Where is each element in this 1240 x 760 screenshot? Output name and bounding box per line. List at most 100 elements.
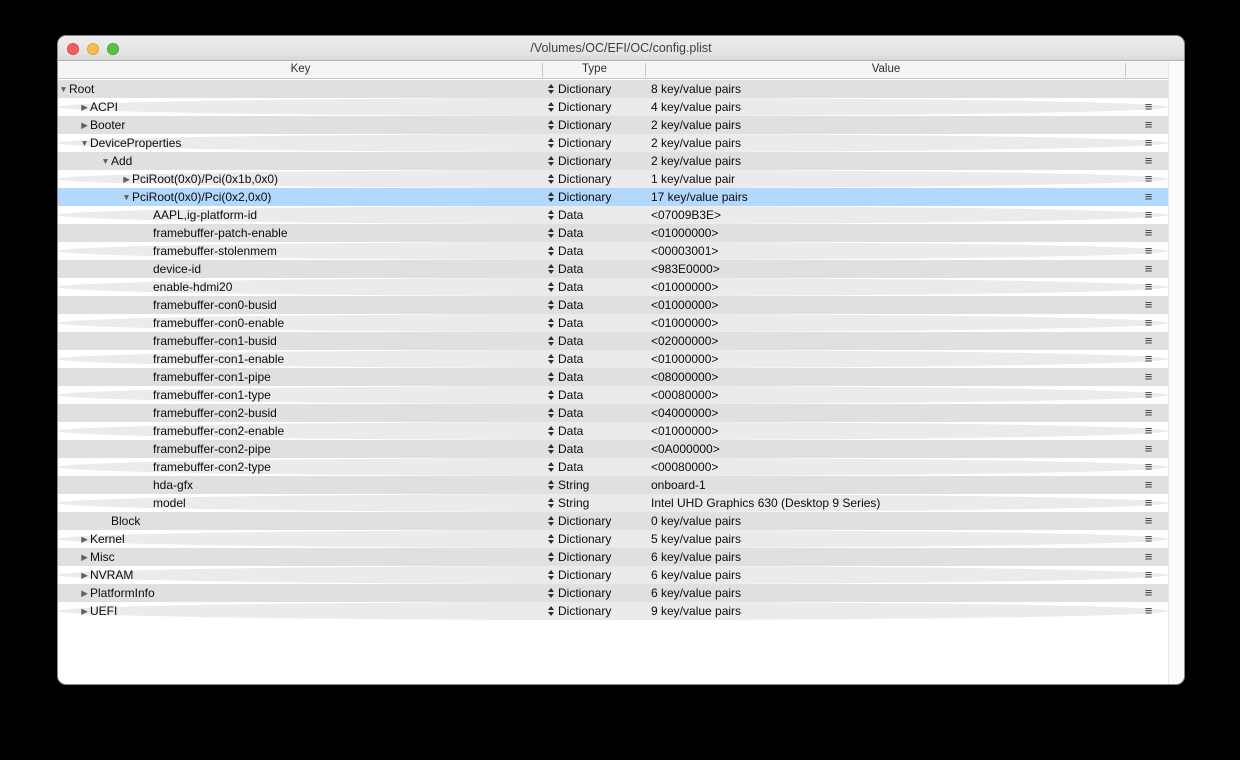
disclosure-triangle-icon[interactable]: [142, 476, 153, 494]
disclosure-triangle-icon[interactable]: ▶: [79, 530, 90, 548]
row-menu-icon[interactable]: ≡: [1137, 98, 1159, 116]
row-menu-icon[interactable]: ≡: [1137, 458, 1159, 476]
table-row[interactable]: ▶ PciRoot(0x0)/Pci(0x1b,0x0) Dictionary …: [58, 170, 1168, 188]
row-menu-icon[interactable]: ≡: [1137, 116, 1159, 134]
type-stepper-icon[interactable]: [548, 498, 554, 508]
column-header-value[interactable]: Value: [646, 61, 1126, 79]
disclosure-triangle-icon[interactable]: [142, 242, 153, 260]
table-row[interactable]: ▼ Root Dictionary 8 key/value pairs ≡: [58, 80, 1168, 98]
type-stepper-icon[interactable]: [548, 282, 554, 292]
type-stepper-icon[interactable]: [548, 444, 554, 454]
type-stepper-icon[interactable]: [548, 390, 554, 400]
row-menu-icon[interactable]: ≡: [1137, 152, 1159, 170]
disclosure-triangle-icon[interactable]: ▼: [121, 188, 132, 206]
row-menu-icon[interactable]: ≡: [1137, 530, 1159, 548]
disclosure-triangle-icon[interactable]: ▼: [79, 134, 90, 152]
type-stepper-icon[interactable]: [548, 534, 554, 544]
table-row[interactable]: device-id Data <983E0000> ≡: [58, 260, 1168, 278]
table-row[interactable]: framebuffer-con2-enable Data <01000000> …: [58, 422, 1168, 440]
type-stepper-icon[interactable]: [548, 354, 554, 364]
type-stepper-icon[interactable]: [548, 480, 554, 490]
type-stepper-icon[interactable]: [548, 516, 554, 526]
table-row[interactable]: framebuffer-patch-enable Data <01000000>…: [58, 224, 1168, 242]
table-row[interactable]: ▶ Misc Dictionary 6 key/value pairs ≡: [58, 548, 1168, 566]
disclosure-triangle-icon[interactable]: [100, 512, 111, 530]
type-stepper-icon[interactable]: [548, 300, 554, 310]
disclosure-triangle-icon[interactable]: ▶: [79, 548, 90, 566]
disclosure-triangle-icon[interactable]: [142, 422, 153, 440]
type-stepper-icon[interactable]: [548, 408, 554, 418]
disclosure-triangle-icon[interactable]: ▶: [79, 98, 90, 116]
disclosure-triangle-icon[interactable]: [142, 260, 153, 278]
disclosure-triangle-icon[interactable]: [142, 224, 153, 242]
type-stepper-icon[interactable]: [548, 462, 554, 472]
table-row[interactable]: ▶ ACPI Dictionary 4 key/value pairs ≡: [58, 98, 1168, 116]
table-row[interactable]: framebuffer-con1-busid Data <02000000> ≡: [58, 332, 1168, 350]
table-row[interactable]: framebuffer-con2-pipe Data <0A000000> ≡: [58, 440, 1168, 458]
disclosure-triangle-icon[interactable]: ▶: [79, 116, 90, 134]
disclosure-triangle-icon[interactable]: [142, 332, 153, 350]
type-stepper-icon[interactable]: [548, 318, 554, 328]
type-stepper-icon[interactable]: [548, 84, 554, 94]
table-row[interactable]: framebuffer-con2-type Data <00080000> ≡: [58, 458, 1168, 476]
disclosure-triangle-icon[interactable]: [142, 296, 153, 314]
row-menu-icon[interactable]: ≡: [1137, 134, 1159, 152]
table-row[interactable]: ▼ Add Dictionary 2 key/value pairs ≡: [58, 152, 1168, 170]
table-row[interactable]: ▶ Booter Dictionary 2 key/value pairs ≡: [58, 116, 1168, 134]
disclosure-triangle-icon[interactable]: ▼: [58, 80, 69, 98]
column-divider[interactable]: [542, 63, 543, 77]
table-row[interactable]: Block Dictionary 0 key/value pairs ≡: [58, 512, 1168, 530]
column-divider[interactable]: [1125, 63, 1126, 77]
vertical-scrollbar[interactable]: [1168, 62, 1184, 684]
disclosure-triangle-icon[interactable]: [142, 494, 153, 512]
table-row[interactable]: hda-gfx String onboard-1 ≡: [58, 476, 1168, 494]
disclosure-triangle-icon[interactable]: ▶: [79, 566, 90, 584]
type-stepper-icon[interactable]: [548, 372, 554, 382]
disclosure-triangle-icon[interactable]: [142, 386, 153, 404]
row-menu-icon[interactable]: ≡: [1137, 296, 1159, 314]
row-menu-icon[interactable]: ≡: [1137, 350, 1159, 368]
row-menu-icon[interactable]: ≡: [1137, 278, 1159, 296]
table-row[interactable]: ▶ PlatformInfo Dictionary 6 key/value pa…: [58, 584, 1168, 602]
row-menu-icon[interactable]: ≡: [1137, 314, 1159, 332]
row-menu-icon[interactable]: ≡: [1137, 548, 1159, 566]
type-stepper-icon[interactable]: [548, 336, 554, 346]
type-stepper-icon[interactable]: [548, 192, 554, 202]
table-row[interactable]: AAPL,ig-platform-id Data <07009B3E> ≡: [58, 206, 1168, 224]
row-menu-icon[interactable]: ≡: [1137, 494, 1159, 512]
title-bar[interactable]: /Volumes/OC/EFI/OC/config.plist: [58, 36, 1184, 61]
row-menu-icon[interactable]: ≡: [1137, 206, 1159, 224]
table-row[interactable]: framebuffer-stolenmem Data <00003001> ≡: [58, 242, 1168, 260]
row-menu-icon[interactable]: ≡: [1137, 242, 1159, 260]
disclosure-triangle-icon[interactable]: [142, 350, 153, 368]
type-stepper-icon[interactable]: [548, 228, 554, 238]
row-menu-icon[interactable]: ≡: [1137, 368, 1159, 386]
table-row[interactable]: framebuffer-con0-enable Data <01000000> …: [58, 314, 1168, 332]
table-row[interactable]: ▶ Kernel Dictionary 5 key/value pairs ≡: [58, 530, 1168, 548]
type-stepper-icon[interactable]: [548, 246, 554, 256]
column-header-type[interactable]: Type: [543, 61, 646, 79]
row-menu-icon[interactable]: ≡: [1137, 566, 1159, 584]
type-stepper-icon[interactable]: [548, 426, 554, 436]
disclosure-triangle-icon[interactable]: ▶: [121, 170, 132, 188]
column-header-key[interactable]: Key: [58, 61, 543, 79]
table-row[interactable]: framebuffer-con0-busid Data <01000000> ≡: [58, 296, 1168, 314]
disclosure-triangle-icon[interactable]: [142, 314, 153, 332]
row-menu-icon[interactable]: ≡: [1137, 476, 1159, 494]
type-stepper-icon[interactable]: [548, 174, 554, 184]
disclosure-triangle-icon[interactable]: [142, 206, 153, 224]
type-stepper-icon[interactable]: [548, 138, 554, 148]
type-stepper-icon[interactable]: [548, 606, 554, 616]
table-row[interactable]: model String Intel UHD Graphics 630 (Des…: [58, 494, 1168, 512]
row-menu-icon[interactable]: ≡: [1137, 224, 1159, 242]
row-menu-icon[interactable]: ≡: [1137, 170, 1159, 188]
table-row[interactable]: ▶ NVRAM Dictionary 6 key/value pairs ≡: [58, 566, 1168, 584]
row-menu-icon[interactable]: ≡: [1137, 584, 1159, 602]
disclosure-triangle-icon[interactable]: ▶: [79, 602, 90, 620]
row-menu-icon[interactable]: ≡: [1137, 386, 1159, 404]
disclosure-triangle-icon[interactable]: ▶: [79, 584, 90, 602]
row-menu-icon[interactable]: ≡: [1137, 260, 1159, 278]
column-divider[interactable]: [645, 63, 646, 77]
type-stepper-icon[interactable]: [548, 102, 554, 112]
table-row[interactable]: ▼ DeviceProperties Dictionary 2 key/valu…: [58, 134, 1168, 152]
